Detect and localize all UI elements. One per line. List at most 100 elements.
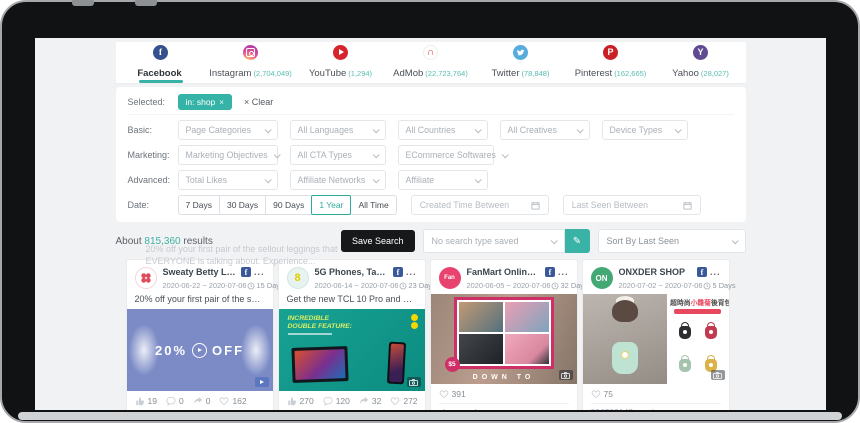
dropdown-value: Sort By Last Seen [607, 236, 680, 246]
dropdown-ecommerce-softwares[interactable]: ECommerce Softwares [398, 145, 494, 165]
sort-dropdown[interactable]: Sort By Last Seen [598, 229, 746, 253]
backpack-red [705, 326, 717, 339]
price-badge: $5 [445, 357, 460, 372]
ad-page-title[interactable]: FanMart Online Shopping - F... [467, 267, 541, 277]
clear-filters-link[interactable]: × Clear [244, 97, 273, 107]
ad-date-range: 2020-07-02 ~ 2020-07-06 [619, 281, 703, 290]
tab-count: (162,665) [614, 69, 646, 78]
tab-pinterest[interactable]: P Pinterest(162,665) [566, 42, 656, 83]
calendar-icon [683, 201, 692, 210]
platform-tabs: f Facebook Instagram(2,704,049) YouTube(… [116, 42, 746, 84]
chevron-down-icon [674, 126, 681, 133]
more-options-button[interactable]: ... [710, 270, 721, 274]
ad-domain[interactable]: play.google.com [439, 403, 569, 410]
marketing-row: Marketing: Marketing Objectives All CTA … [128, 145, 734, 165]
advanced-row: Advanced: Total Likes Affiliate Networks… [128, 170, 734, 190]
ee-logo-icon [411, 314, 418, 329]
date-range-7-days[interactable]: 7 Days [178, 195, 220, 215]
more-options-button[interactable]: ... [254, 270, 265, 274]
ad-creative[interactable]: 超時尚小雛菊後背包 [583, 294, 729, 384]
tv-image [291, 346, 348, 383]
tab-yahoo[interactable]: Y Yahoo(28,027) [656, 42, 746, 83]
ad-creative[interactable]: INCREDIBLE DOUBLE FEATURE: [279, 309, 425, 391]
input-placeholder: Last Seen Between [572, 200, 648, 210]
backpack-black [679, 326, 691, 339]
ad-stats: 391 [431, 384, 577, 403]
tab-facebook[interactable]: f Facebook [116, 42, 206, 83]
dropdown-all-creatives[interactable]: All Creatives [500, 120, 590, 140]
tab-label: AdMob [393, 68, 423, 79]
dropdown-value: Affiliate Networks [298, 175, 366, 185]
facebook-badge-icon: f [393, 267, 403, 277]
like-icon [287, 396, 297, 406]
dropdown-device-types[interactable]: Device Types [602, 120, 688, 140]
creative-caption: DOWN TO [431, 374, 577, 381]
banner-strip [674, 309, 721, 314]
share-icon [193, 396, 203, 406]
page-avatar: 8 [287, 267, 309, 289]
input-placeholder: Created Time Between [420, 200, 509, 210]
filter-chip-in-shop[interactable]: in: shop× [178, 94, 232, 110]
date-range-30-days[interactable]: 30 Days [219, 195, 266, 215]
more-options-button[interactable]: ... [558, 270, 569, 274]
dropdown-total-likes[interactable]: Total Likes [178, 170, 278, 190]
photo-type-icon[interactable] [559, 370, 573, 380]
youtube-icon [333, 45, 348, 60]
chevron-down-icon [731, 237, 738, 244]
chevron-down-icon [264, 126, 271, 133]
date-range-all-time[interactable]: All Time [350, 195, 396, 215]
ad-card: ON ONXDER SHOP f ... 2020-07-02 ~ 2020-0… [582, 259, 730, 410]
chevron-down-icon [372, 126, 379, 133]
ad-page-title[interactable]: ONXDER SHOP [619, 267, 693, 277]
chevron-down-icon [372, 151, 379, 158]
dropdown-affiliate-networks[interactable]: Affiliate Networks [290, 170, 386, 190]
tab-youtube[interactable]: YouTube(1,294) [296, 42, 386, 83]
results-count: 815,360 [144, 236, 180, 247]
ad-domain[interactable]: 986208148.onxder.com [591, 403, 721, 410]
date-label: Date: [128, 200, 178, 210]
more-options-button[interactable]: ... [406, 270, 417, 274]
tab-label: Instagram [209, 68, 251, 79]
tab-twitter[interactable]: Twitter(78,848) [476, 42, 566, 83]
ad-page-title[interactable]: 5G Phones, Tablets & SIMs | ... [315, 267, 389, 277]
dropdown-all-countries[interactable]: All Countries [398, 120, 488, 140]
heart-icon [439, 389, 449, 399]
admob-icon: ∩ [423, 45, 438, 60]
video-type-icon[interactable] [255, 377, 269, 387]
creative-text: OFF [212, 343, 244, 358]
stat-value: 32 [372, 396, 381, 406]
dropdown-affiliate[interactable]: Affiliate [398, 170, 488, 190]
ad-date-range: 2020-06-05 ~ 2020-07-06 [467, 281, 551, 290]
tab-instagram[interactable]: Instagram(2,704,049) [206, 42, 296, 83]
instagram-icon [243, 45, 258, 60]
facebook-icon: f [153, 45, 168, 60]
heart-icon [219, 396, 229, 406]
date-range-90-days[interactable]: 90 Days [265, 195, 312, 215]
tab-label: Yahoo [672, 68, 699, 79]
dropdown-value: All Countries [406, 125, 456, 135]
dropdown-marketing-objectives[interactable]: Marketing Objectives [178, 145, 278, 165]
last-seen-input[interactable]: Last Seen Between [563, 195, 701, 215]
ad-creative[interactable]: 20% OFF [127, 309, 273, 391]
results-word: results [183, 236, 212, 247]
edit-saved-search-button[interactable]: ✎ [565, 229, 590, 253]
tab-admob[interactable]: ∩ AdMob(22,723,764) [386, 42, 476, 83]
date-range-1-year[interactable]: 1 Year [311, 195, 351, 215]
dropdown-all-cta-types[interactable]: All CTA Types [290, 145, 386, 165]
ad-page-title[interactable]: Sweaty Betty London | Wom... [163, 267, 237, 277]
saved-search-dropdown[interactable]: No search type saved [423, 229, 565, 253]
dropdown-value: All Creatives [508, 125, 557, 135]
facebook-badge-icon: f [241, 267, 251, 277]
dropdown-page-categories[interactable]: Page Categories [178, 120, 278, 140]
ad-creative[interactable]: $5 DOWN TO [431, 294, 577, 384]
photo-type-icon[interactable] [711, 370, 725, 380]
dropdown-all-languages[interactable]: All Languages [290, 120, 386, 140]
device-notch [135, 0, 157, 6]
device-notch [72, 0, 94, 6]
created-time-input[interactable]: Created Time Between [411, 195, 549, 215]
basic-label: Basic: [128, 125, 178, 135]
photo-type-icon[interactable] [407, 377, 421, 387]
save-search-button[interactable]: Save Search [341, 230, 415, 252]
chevron-down-icon [273, 151, 280, 158]
chip-close-icon[interactable]: × [219, 98, 224, 107]
